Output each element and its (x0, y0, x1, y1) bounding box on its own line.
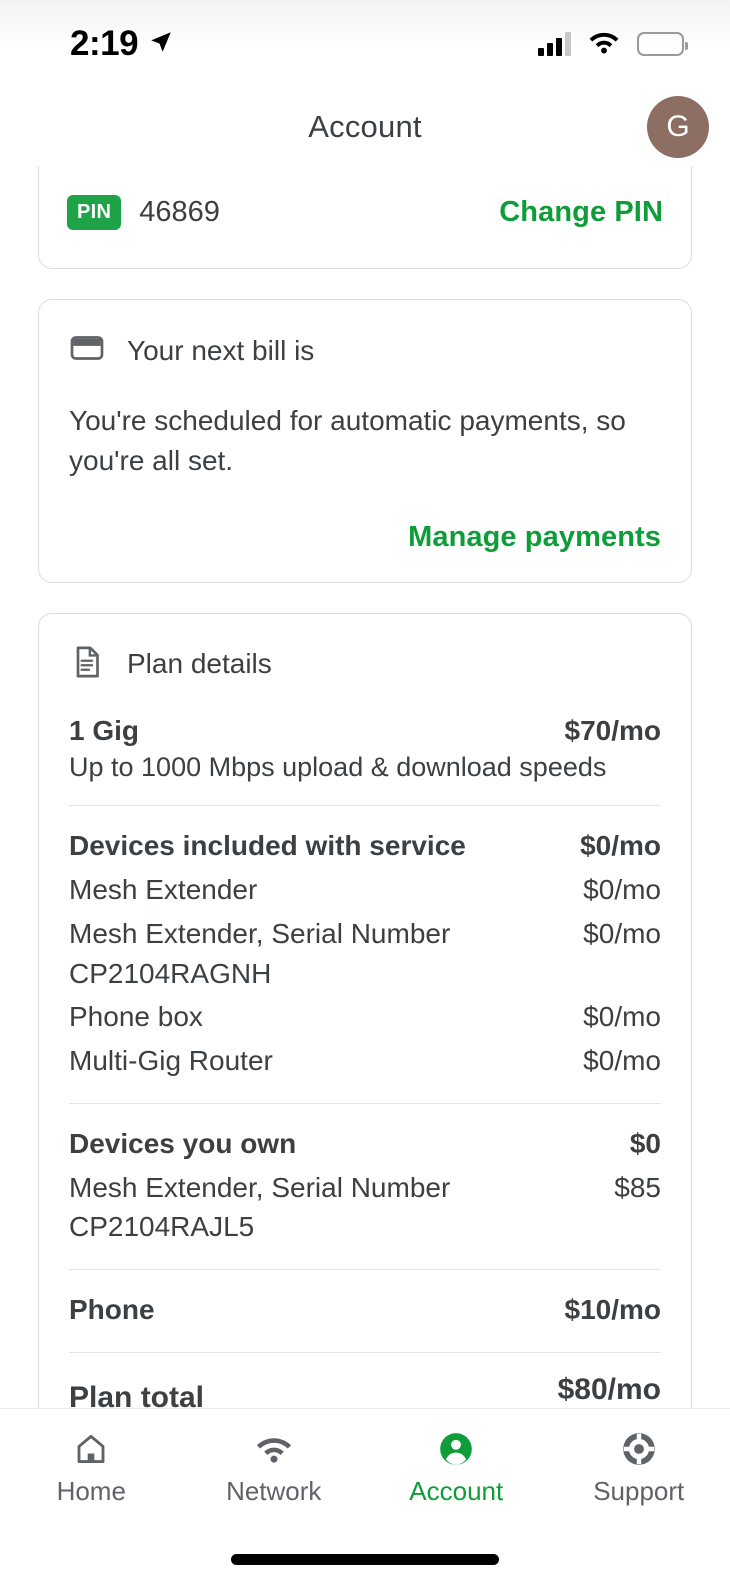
life-ring-support-icon (620, 1430, 658, 1468)
plan-price: $70/mo (564, 714, 662, 746)
next-bill-header: Your next bill is (69, 330, 661, 371)
divider (69, 1351, 661, 1353)
home-icon (73, 1430, 109, 1468)
cellular-signal-icon (538, 32, 571, 56)
devices-owned-heading-row: Devices you own $0 (69, 1124, 661, 1164)
devices-owned-group: Devices you own $0 Mesh Extender, Serial… (69, 1124, 661, 1247)
plan-total-row: Plan total $80/mo + taxes & fees (69, 1373, 661, 1408)
location-arrow-icon (148, 29, 174, 60)
status-time: 2:19 (70, 24, 139, 63)
plan-description: Up to 1000 Mbps upload & download speeds (69, 752, 607, 783)
device-value: $0/mo (583, 874, 661, 905)
list-item: Mesh Extender, Serial Number CP2104RAGNH… (69, 914, 661, 994)
home-indicator-area (0, 1528, 730, 1590)
app-screen: 2:19 Account G PIN 46869 Change PIN Your… (0, 0, 730, 1590)
plan-total-label: Plan total (69, 1380, 205, 1408)
page-title: Account (308, 109, 422, 144)
manage-payments-link[interactable]: Manage payments (408, 521, 661, 554)
divider (69, 1269, 661, 1270)
bottom-navigation: Home Network Account Support (0, 1408, 730, 1528)
nav-label-home: Home (56, 1476, 126, 1506)
next-bill-card: Your next bill is You're scheduled for a… (38, 299, 692, 583)
phone-row: Phone $10/mo (69, 1290, 661, 1330)
account-circle-icon (437, 1430, 475, 1468)
plan-total-amount: $80/mo (557, 1372, 661, 1406)
nav-item-support[interactable]: Support (548, 1430, 730, 1507)
list-item: Phone box $0/mo (69, 997, 661, 1037)
nav-item-home[interactable]: Home (0, 1430, 183, 1507)
plan-details-title: Plan details (127, 648, 272, 679)
plan-name: 1 Gig (69, 714, 140, 746)
device-value: $0/mo (583, 917, 661, 949)
device-value: $85 (614, 1171, 661, 1203)
pin-card: PIN 46869 Change PIN (38, 166, 692, 269)
nav-label-network: Network (226, 1476, 322, 1506)
list-item: Multi-Gig Router $0/mo (69, 1041, 661, 1081)
device-label: Phone box (69, 1001, 203, 1033)
app-header: Account G (0, 88, 730, 166)
device-label: Mesh Extender (69, 874, 258, 905)
next-bill-title: Your next bill is (127, 334, 315, 366)
devices-owned-heading: Devices you own (69, 1127, 297, 1159)
pin-badge: PIN (67, 194, 122, 230)
phone-value: $10/mo (564, 1294, 662, 1325)
status-bar-left: 2:19 (70, 24, 174, 64)
plan-details-card: Plan details 1 Gig $70/mo Up to 1000 Mbp… (38, 612, 692, 1408)
plan-details-header: Plan details (69, 644, 661, 685)
list-item: Mesh Extender, Serial Number CP2104RAJL5… (69, 1168, 661, 1248)
nav-label-support: Support (593, 1476, 685, 1506)
devices-included-heading: Devices included with service (69, 830, 466, 862)
devices-owned-value: $0 (629, 1127, 661, 1159)
device-label: Mesh Extender, Serial Number CP2104RAGNH (69, 917, 451, 989)
plan-name-row: 1 Gig $70/mo (69, 711, 661, 751)
devices-included-heading-row: Devices included with service $0/mo (69, 826, 661, 866)
nav-item-network[interactable]: Network (183, 1430, 366, 1507)
pin-value: 46869 (139, 195, 220, 228)
home-indicator[interactable] (231, 1553, 499, 1565)
phone-heading: Phone (69, 1294, 155, 1325)
nav-label-account: Account (409, 1476, 504, 1506)
device-label: Mesh Extender, Serial Number CP2104RAJL5 (69, 1171, 451, 1243)
document-icon (69, 644, 105, 685)
device-value: $0/mo (583, 1045, 661, 1076)
avatar-initial: G (666, 110, 690, 143)
divider (69, 805, 661, 807)
list-item: Mesh Extender $0/mo (69, 870, 661, 910)
next-bill-body: You're scheduled for automatic payments,… (69, 405, 626, 476)
wifi-icon (255, 1430, 293, 1468)
devices-included-value: $0/mo (580, 830, 661, 862)
device-value: $0/mo (583, 1001, 661, 1033)
device-label: Multi-Gig Router (69, 1045, 273, 1076)
devices-included-group: Devices included with service $0/mo Mesh… (69, 826, 661, 1081)
nav-item-account[interactable]: Account (365, 1430, 548, 1507)
status-bar-right (538, 30, 688, 59)
credit-card-icon (69, 330, 105, 371)
battery-icon (637, 32, 688, 56)
change-pin-link[interactable]: Change PIN (499, 196, 663, 229)
avatar[interactable]: G (647, 96, 709, 158)
status-bar: 2:19 (0, 0, 730, 88)
wifi-icon (588, 30, 620, 59)
scroll-content[interactable]: PIN 46869 Change PIN Your next bill is Y… (0, 166, 730, 1408)
divider (69, 1102, 661, 1104)
